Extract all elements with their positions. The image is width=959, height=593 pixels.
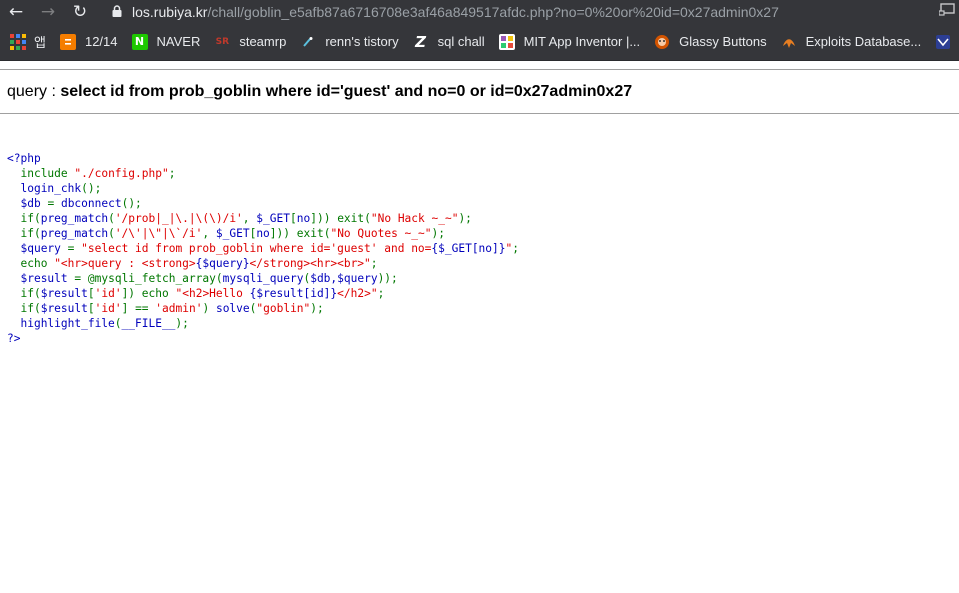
bookmark-label: NAVER [156, 34, 201, 49]
forward-icon[interactable]: → [32, 0, 64, 23]
bookmark-icon [935, 34, 951, 50]
tistory-icon [300, 34, 316, 50]
address-bar[interactable]: los.rubiya.kr/chall/goblin_e5afb87a67167… [112, 0, 779, 23]
url-host: los.rubiya.kr [132, 3, 208, 20]
bookmark-app-inventor[interactable]: MIT App Inventor |... [493, 23, 649, 60]
query-label: query : [7, 83, 61, 100]
bookmark-steamrp[interactable]: SR steamrp [208, 23, 294, 60]
bookmark-sql-chall[interactable]: Z sql chall [407, 23, 493, 60]
apps-grid-icon [10, 33, 26, 50]
php-source-code: <?php include "./config.php"; login_chk(… [7, 152, 519, 345]
glassy-buttons-icon [654, 34, 670, 50]
url-path: /chall/goblin_e5afb87a6716708e3af46a8495… [207, 3, 779, 20]
bookmark-label: 앱 [34, 35, 46, 50]
bookmark-label: Glassy Buttons [679, 34, 767, 49]
bookmark-w[interactable]: [W [929, 23, 959, 60]
bookmark-apps[interactable]: 앱 [0, 23, 54, 60]
query-value: select id from prob_goblin where id='gue… [60, 83, 633, 100]
bookmark-tistory[interactable]: renn's tistory [294, 23, 406, 60]
exploit-db-icon [781, 34, 797, 50]
blogger-icon [59, 33, 76, 50]
query-line: query : select id from prob_goblin where… [7, 80, 959, 104]
bookmark-label: steamrp [239, 34, 287, 49]
lock-icon[interactable] [112, 4, 122, 20]
steamrp-icon: SR [215, 36, 230, 47]
bookmark-glassy-buttons[interactable]: Glassy Buttons [648, 23, 774, 60]
naver-icon: N [131, 33, 148, 50]
bookmark-label: Exploits Database... [805, 34, 922, 49]
bookmark-naver[interactable]: N NAVER [126, 23, 209, 60]
cast-icon[interactable] [938, 2, 959, 20]
bookmark-label: MIT App Inventor |... [523, 34, 641, 49]
back-icon[interactable]: ← [0, 0, 32, 23]
browser-toolbar: ← → ↻ los.rubiya.kr/chall/goblin_e5afb87… [0, 0, 959, 23]
reload-icon[interactable]: ↻ [64, 0, 96, 23]
bookmark-label: renn's tistory [325, 34, 399, 49]
bookmark-label: sql chall [437, 34, 485, 49]
bookmark-label: 12/14 [84, 34, 118, 49]
top-divider [0, 69, 959, 70]
bookmark-blogger[interactable]: 12/14 [54, 23, 126, 60]
bottom-divider [0, 113, 959, 114]
z-icon: Z [415, 32, 427, 51]
app-inventor-icon [498, 33, 515, 50]
bookmark-exploit-db[interactable]: Exploits Database... [775, 23, 930, 60]
page-content: query : select id from prob_goblin where… [0, 61, 959, 346]
bookmarks-bar: 앱 12/14 N NAVER SR steamrp renn's tistor… [0, 23, 959, 61]
